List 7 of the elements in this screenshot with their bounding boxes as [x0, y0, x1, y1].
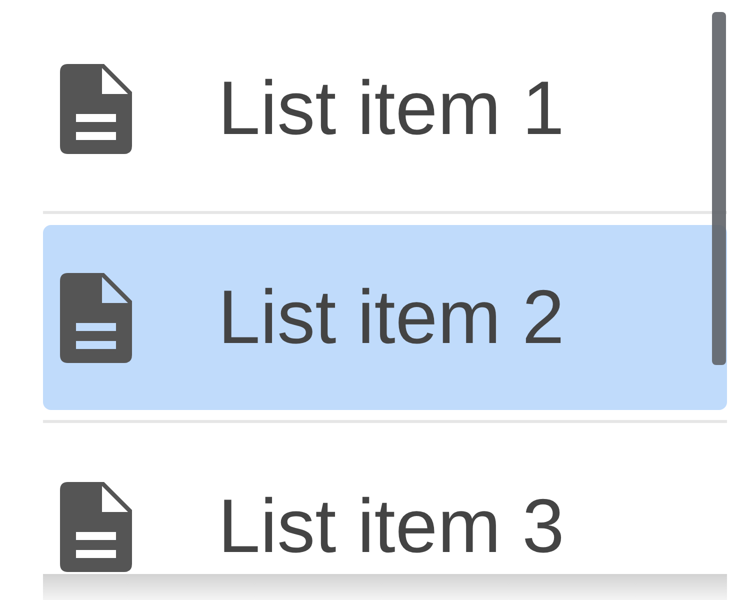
document-icon	[60, 272, 132, 362]
list-item[interactable]: List item 3	[43, 434, 727, 600]
document-icon	[60, 482, 132, 572]
list-item[interactable]: List item 1	[43, 16, 727, 201]
scrollbar-thumb[interactable]	[712, 12, 726, 365]
document-icon	[60, 64, 132, 154]
list-item[interactable]: List item 2	[43, 225, 727, 410]
